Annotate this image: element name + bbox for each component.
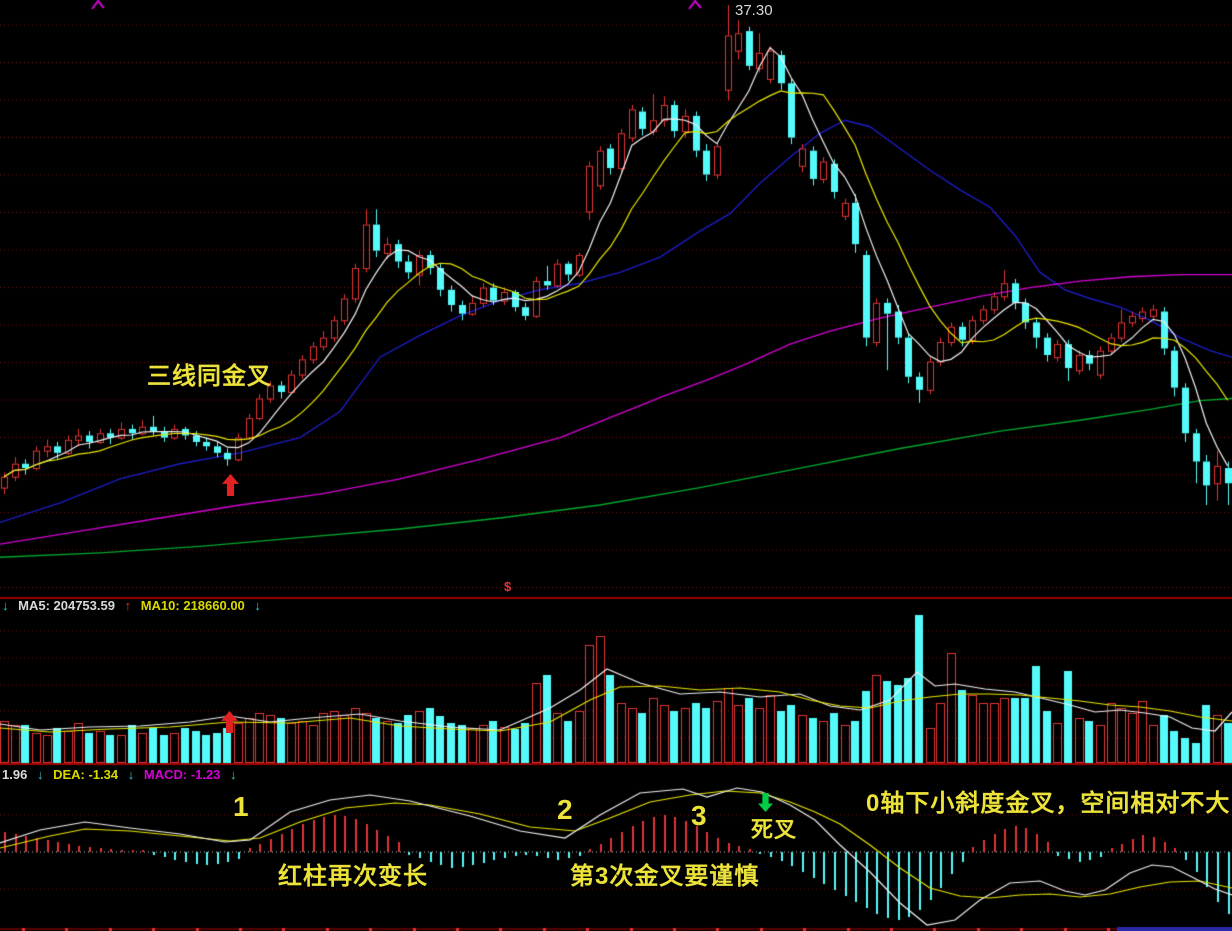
macd-note-right: 0轴下小斜度金叉，空间相对不大 <box>866 792 1230 816</box>
volume-header: ↓ MA5: 204753.59 ↑ MA10: 218660.00 ↓ <box>2 599 267 612</box>
golden-cross-annotation: 三线同金叉 <box>147 365 272 389</box>
death-cross-label: 死叉 <box>751 819 797 841</box>
dividend-marker: $ <box>504 580 511 593</box>
macd-note-left: 红柱再次变长 <box>278 865 428 889</box>
volume-ma5-label: MA5: 204753.59 <box>18 598 115 613</box>
macd-dea-label: DEA: -1.34 <box>53 767 118 782</box>
high-price-label: 37.30 <box>735 3 773 18</box>
golden-cross-count-1: 1 <box>233 793 249 821</box>
volume-prefix-down-arrow-icon: ↓ <box>2 598 9 613</box>
volume-ma5-up-arrow-icon: ↑ <box>125 598 132 613</box>
macd-dea-down-arrow-icon: ↓ <box>128 767 135 782</box>
volume-ma10-label: MA10: 218660.00 <box>141 598 245 613</box>
macd-down-arrow-icon: ↓ <box>230 767 237 782</box>
volume-ma10-down-arrow-icon: ↓ <box>254 598 261 613</box>
macd-dif-value: 1.96 <box>2 767 27 782</box>
macd-note-mid: 第3次金叉要谨慎 <box>570 865 759 889</box>
macd-header: 1.96 ↓ DEA: -1.34 ↓ MACD: -1.23 ↓ <box>2 768 243 781</box>
stock-chart-window: 37.30 三线同金叉 $ ↓ MA5: 204753.59 ↑ MA10: 2… <box>0 0 1232 931</box>
macd-value-label: MACD: -1.23 <box>144 767 221 782</box>
golden-cross-count-2: 2 <box>557 796 573 824</box>
golden-cross-count-3: 3 <box>691 802 707 830</box>
macd-dif-down-arrow-icon: ↓ <box>37 767 44 782</box>
